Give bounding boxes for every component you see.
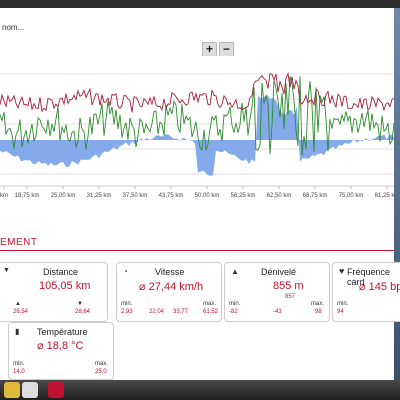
- name-field[interactable]: nom...: [2, 23, 24, 32]
- elevation-max-label: max.: [311, 301, 325, 307]
- distance-uphill: 26,54: [13, 309, 29, 315]
- temperature-max-label: max.: [95, 361, 109, 367]
- elevation-min-value: -82: [229, 309, 238, 315]
- temperature-title: Température: [37, 327, 88, 337]
- downhill-icon: ▼: [77, 301, 83, 307]
- thermometer-icon: ▮: [15, 327, 20, 336]
- elevation-title: Dénivelé: [261, 267, 297, 277]
- uphill-icon: ▲: [15, 301, 21, 307]
- taskbar-active-app-icon[interactable]: [48, 382, 64, 398]
- elevation-max-value: 98: [315, 309, 322, 315]
- distance-downhill: 28,64: [75, 309, 91, 315]
- heart-icon: ♥: [339, 266, 345, 276]
- speed-up-value: 22,04: [149, 309, 165, 315]
- x-tick-label: 31,25 km: [87, 193, 112, 199]
- x-tick-label: 43,75 km: [159, 193, 184, 199]
- x-tick-label: 50,00 km: [195, 193, 220, 199]
- temperature-max-value: 25,0: [95, 369, 107, 375]
- speed-title: Vitesse: [155, 267, 185, 277]
- window-edge: [394, 8, 400, 380]
- taskbar-app-icon[interactable]: [4, 382, 20, 398]
- zoom-out-button[interactable]: −: [219, 42, 234, 57]
- x-tick-label: 81,25 km: [375, 193, 394, 199]
- heart-rate-card: ♥ Fréquence card ⌀ 145 bp min. 94: [332, 262, 400, 322]
- mountain-icon: ▲: [231, 267, 239, 276]
- x-tick-label: 37,50 km: [123, 193, 148, 199]
- x-tick-label: 62,50 km: [267, 193, 292, 199]
- elevation-sub: 857: [285, 294, 296, 300]
- distance-card: ▼ Distance 105,05 km ▲ ▼ 26,54 28,64: [0, 262, 108, 322]
- speed-min-value: 2,93: [121, 309, 133, 315]
- speed-max-value: 61,52: [203, 309, 219, 315]
- top-bar: [0, 0, 400, 8]
- section-title: EMENT: [0, 237, 38, 248]
- taskbar-document-icon[interactable]: [22, 382, 38, 398]
- x-tick-label: 68,75 km: [303, 193, 328, 199]
- distance-title: Distance: [43, 267, 79, 277]
- speed-value: ⌀ 27,44 km/h: [139, 281, 204, 293]
- distance-value: 105,05 km: [39, 280, 91, 292]
- x-tick-label: 18,75 km: [15, 193, 40, 199]
- elevation-min-label: min.: [229, 301, 241, 307]
- speed-down-value: 33,77: [173, 309, 189, 315]
- temperature-value: ⌀ 18,8 °C: [37, 340, 84, 352]
- profile-chart[interactable]: km 18,75 km 25,00 km 31,25 km 37,50 km 43,75 …: [0, 56, 394, 206]
- speed-card: ◔ Vitesse ⌀ 27,44 km/h min. max. 2,93 22…: [116, 262, 222, 322]
- x-tick-label: km: [0, 193, 8, 199]
- section-divider: [0, 250, 394, 251]
- heart-rate-value: ⌀ 145 bp: [359, 281, 400, 293]
- zoom-in-button[interactable]: +: [202, 42, 217, 57]
- elevation-card: ▲ Dénivelé 855 m 857 min. max. -82 -43 9…: [224, 262, 330, 322]
- temperature-min-label: min.: [13, 361, 25, 367]
- x-tick-label: 75,00 km: [339, 193, 364, 199]
- temperature-min-value: 14,0: [13, 369, 25, 375]
- heart-min-label: min.: [337, 301, 349, 307]
- distance-icon: ▼: [3, 267, 10, 274]
- elevation-mid-value: -43: [273, 309, 282, 315]
- heart-min-value: 94: [337, 309, 344, 315]
- x-tick-label: 25,00 km: [51, 193, 76, 199]
- elevation-value: 855 m: [273, 280, 304, 292]
- speed-max-label: max.: [203, 301, 217, 307]
- x-tick-label: 56,25 km: [231, 193, 256, 199]
- speed-min-label: min.: [121, 301, 133, 307]
- temperature-card: ▮ Température ⌀ 18,8 °C min. max. 14,0 2…: [8, 322, 114, 380]
- speedometer-icon: ◔: [123, 267, 128, 276]
